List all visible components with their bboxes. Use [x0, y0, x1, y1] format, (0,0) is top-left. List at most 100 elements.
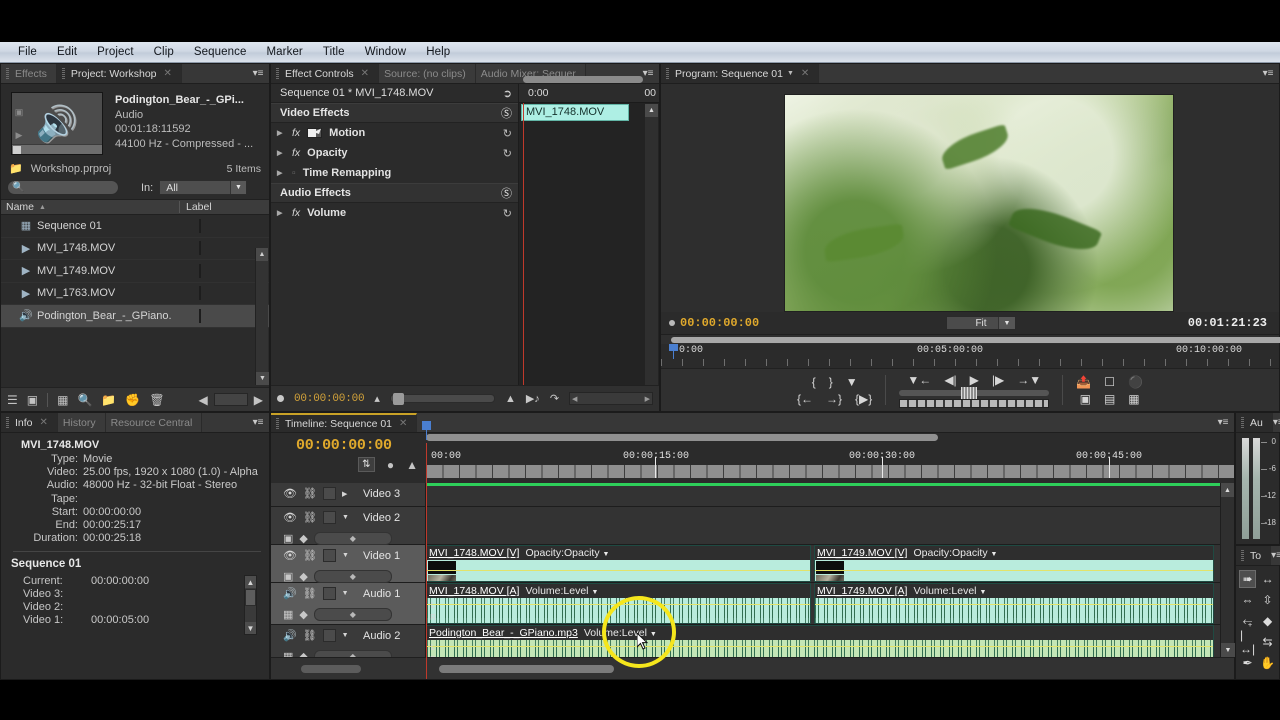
- menu-marker[interactable]: Marker: [256, 45, 312, 59]
- info-scrollbar[interactable]: ▲ ▼: [244, 575, 257, 635]
- scroll-right-icon[interactable]: ▶: [254, 393, 263, 407]
- delete-icon[interactable]: 🗑: [149, 393, 164, 407]
- eye-toggle-icon[interactable]: 👁: [283, 487, 297, 500]
- list-view-icon[interactable]: ☰: [7, 393, 18, 407]
- close-icon[interactable]: ✕: [801, 68, 809, 79]
- timeline-clip[interactable]: MVI_1748.MOV [V] Opacity:Opacity ▼: [426, 545, 811, 582]
- effect-property-row[interactable]: ▶ ▫ Time Remapping: [271, 163, 518, 183]
- search-input[interactable]: 🔍: [7, 180, 119, 195]
- track-clip-area[interactable]: MVI_1748.MOV [A] Volume:Level ▼ MVI_1749.M…: [426, 583, 1234, 624]
- chevron-down-icon[interactable]: ▼: [342, 514, 349, 521]
- tab-timeline-sequence[interactable]: Timeline: Sequence 01 ✕: [271, 413, 418, 432]
- clip-effect-dropdown[interactable]: Volume:Level ▼: [913, 585, 986, 597]
- fx-toggle-icon[interactable]: Ⓢ: [501, 105, 512, 121]
- program-time-ruler[interactable]: 0:00 00:05:00:00 00:10:00:00: [661, 344, 1279, 370]
- track-header-audio-2[interactable]: 🔊 ⛓ ▼ Audio 2 ▦ ◆ ◆: [271, 625, 426, 657]
- clip-effect-dropdown[interactable]: Opacity:Opacity ▼: [525, 547, 609, 559]
- info-panel-menu-button[interactable]: ▾≡: [247, 413, 269, 432]
- automate-to-sequence-icon[interactable]: ▦: [57, 393, 68, 407]
- effect-horizontal-scrollbar[interactable]: ◀ ▶: [569, 392, 653, 405]
- go-to-next-marker-icon[interactable]: →▼: [1017, 373, 1041, 387]
- sync-lock-box[interactable]: [322, 587, 336, 600]
- chevron-right-icon[interactable]: ▶: [342, 490, 347, 498]
- menu-sequence[interactable]: Sequence: [184, 45, 257, 59]
- track-select-tool-icon[interactable]: ↔: [1259, 570, 1276, 588]
- disclosure-triangle-icon[interactable]: ▶: [277, 149, 285, 157]
- tab-source-monitor[interactable]: Source: (no clips): [379, 64, 476, 83]
- go-to-out-icon[interactable]: →}: [826, 392, 842, 406]
- track-header-video-3[interactable]: 👁 ⛓ ▶ Video 3: [271, 483, 426, 506]
- tab-program-monitor[interactable]: Program: Sequence 01 ▼ ✕: [661, 64, 820, 83]
- tab-project-workshop[interactable]: Project: Workshop ✕: [56, 64, 182, 83]
- disclosure-triangle-icon[interactable]: ▶: [277, 129, 285, 137]
- lock-toggle-icon[interactable]: ⛓: [303, 511, 317, 524]
- tab-history[interactable]: History: [57, 413, 106, 432]
- tab-info[interactable]: Info ✕: [1, 413, 58, 432]
- pen-tool-icon[interactable]: ✒: [1239, 654, 1256, 672]
- timeline-timecode[interactable]: 00:00:00:00: [271, 433, 426, 454]
- preview-scrub-strip[interactable]: [12, 144, 102, 154]
- menu-project[interactable]: Project: [87, 45, 144, 59]
- marker-icon[interactable]: ●: [387, 458, 394, 472]
- keyframe-nav-icon[interactable]: ◆: [299, 608, 307, 621]
- tab-effects[interactable]: Effects: [1, 64, 57, 83]
- eye-toggle-icon[interactable]: 👁: [283, 549, 297, 562]
- timeline-time-ruler[interactable]: 00:00 00:00:15:00 00:00:30:00 00:00:45:0…: [426, 443, 1234, 483]
- track-header-video-2[interactable]: 👁 ⛓ ▼ Video 2 ▣ ◆ ◆: [271, 507, 426, 545]
- tab-audio-meters[interactable]: Au: [1236, 413, 1273, 432]
- scroll-down-icon[interactable]: ▼: [1221, 643, 1235, 657]
- chevron-down-icon[interactable]: ▼: [342, 590, 349, 597]
- effect-property-row[interactable]: ▶ fx Opacity ↻: [271, 143, 518, 163]
- track-clip-area[interactable]: [426, 507, 1234, 544]
- program-zoom-scrollbar[interactable]: [661, 334, 1280, 344]
- sync-lock-box[interactable]: [322, 487, 336, 500]
- timeline-clip[interactable]: MVI_1748.MOV [A] Volume:Level ▼: [426, 583, 811, 624]
- volume-rubberband[interactable]: [427, 603, 810, 605]
- effect-zoom-slider[interactable]: [389, 393, 495, 405]
- show-waveform-icon[interactable]: ▦: [283, 608, 293, 621]
- keyframe-navigator[interactable]: ◆: [313, 570, 392, 583]
- fx-badge-icon[interactable]: ➲: [503, 87, 512, 100]
- track-output-icon[interactable]: ▲: [406, 458, 418, 472]
- keyframe-small-icon[interactable]: ▴: [374, 392, 380, 405]
- project-list-scrollbar[interactable]: ▲ ▼: [255, 248, 269, 385]
- keyframe-navigator[interactable]: ◆: [313, 532, 392, 545]
- clip-effect-dropdown[interactable]: Opacity:Opacity ▼: [913, 547, 997, 559]
- disclosure-triangle-icon[interactable]: ▶: [277, 169, 285, 177]
- set-marker-icon[interactable]: ▼: [846, 375, 858, 389]
- project-item-label-cell[interactable]: [199, 218, 269, 233]
- project-item-row[interactable]: ▶ MVI_1763.MOV: [1, 283, 269, 305]
- effect-timeline-clip-bar[interactable]: MVI_1748.MOV: [521, 104, 629, 121]
- timeline-horizontal-scrollbar[interactable]: [439, 664, 614, 673]
- go-to-in-icon[interactable]: {←: [797, 392, 813, 406]
- scroll-up-icon[interactable]: ▲: [245, 576, 256, 588]
- close-icon[interactable]: ✕: [40, 417, 48, 428]
- clip-effect-dropdown[interactable]: Volume:Level ▼: [525, 585, 598, 597]
- timeline-panel-menu-button[interactable]: ▾≡: [1212, 413, 1234, 432]
- play-audio-icon[interactable]: ▶♪: [526, 392, 540, 405]
- effect-section-header[interactable]: Audio Effects Ⓢ: [271, 183, 518, 203]
- show-waveform-icon[interactable]: ▦: [283, 650, 293, 657]
- chevron-down-icon[interactable]: ▼: [787, 70, 794, 77]
- track-clip-area[interactable]: [426, 483, 1234, 506]
- program-playhead[interactable]: [669, 344, 678, 359]
- tab-effect-controls[interactable]: Effect Controls ✕: [271, 64, 380, 83]
- project-item-row[interactable]: ▶ MVI_1749.MOV: [1, 260, 269, 283]
- program-current-time[interactable]: 00:00:00:00: [680, 316, 759, 330]
- timeline-vertical-scrollbar[interactable]: ▲ ▼: [1220, 483, 1235, 657]
- output-icon[interactable]: ⚫: [1128, 375, 1143, 389]
- effect-property-row[interactable]: ▶ fx Volume ↻: [271, 203, 518, 223]
- snap-toggle-icon[interactable]: ⇅: [357, 457, 375, 472]
- column-name-header[interactable]: Name ▲: [1, 201, 179, 213]
- program-panel-menu-button[interactable]: ▾≡: [1257, 64, 1279, 83]
- tab-resource-central[interactable]: Resource Central: [105, 413, 203, 432]
- timeline-clip[interactable]: MVI_1749.MOV [V] Opacity:Opacity ▼: [814, 545, 1214, 582]
- effect-timeline-ruler[interactable]: 0:00 00: [519, 76, 659, 103]
- razor-tool-icon[interactable]: ◆: [1259, 612, 1276, 630]
- icon-view-icon[interactable]: ▣: [27, 393, 38, 407]
- effect-timeline-scrollbar[interactable]: ▲: [645, 104, 658, 385]
- reset-icon[interactable]: ↻: [503, 127, 512, 140]
- menu-clip[interactable]: Clip: [144, 45, 184, 59]
- zoom-field[interactable]: [213, 393, 248, 406]
- lock-toggle-icon[interactable]: ⛓: [303, 629, 317, 642]
